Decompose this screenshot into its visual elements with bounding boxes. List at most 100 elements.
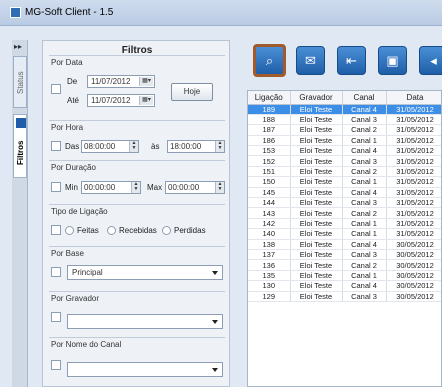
table-cell: 144 — [248, 197, 291, 209]
table-cell: Canal 4 — [342, 145, 387, 157]
spinner-icon[interactable]: ▲ ▼ — [131, 182, 140, 193]
tab-status[interactable]: Status — [13, 56, 27, 108]
search-button[interactable]: ⌕ — [253, 44, 286, 77]
pin-icon[interactable]: ▸▸ — [14, 42, 26, 52]
calendar-dropdown-icon[interactable]: ▦▾ — [139, 77, 153, 86]
table-cell: 31/05/2012 — [386, 197, 441, 209]
min-duration-field[interactable]: 00:00:00 ▲ ▼ — [81, 181, 141, 194]
group-por-gravador: Por Gravador — [49, 291, 225, 331]
as-time-field[interactable]: 18:00:00 ▲ ▼ — [167, 140, 225, 153]
max-label: Max — [147, 183, 163, 192]
column-header[interactable]: Canal — [342, 91, 387, 105]
feitas-label: Feitas — [77, 226, 99, 235]
as-time-value: 18:00:00 — [170, 142, 202, 151]
table-cell: Eloi Teste — [290, 176, 343, 188]
table-cell: 138 — [248, 239, 291, 250]
table-row[interactable]: 137 Eloi Teste Canal 3 30/05/2012 — [248, 249, 441, 261]
por-data-checkbox[interactable] — [51, 84, 61, 94]
spinner-icon[interactable]: ▲ ▼ — [215, 141, 224, 152]
table-row[interactable]: 188 Eloi Teste Canal 3 31/05/2012 — [248, 114, 441, 126]
table-cell: 30/05/2012 — [386, 239, 441, 250]
table-cell: 30/05/2012 — [386, 249, 441, 261]
table-row[interactable]: 145 Eloi Teste Canal 4 31/05/2012 — [248, 187, 441, 199]
table-cell: Canal 1 — [342, 135, 387, 147]
table-cell: 30/05/2012 — [386, 291, 441, 302]
table-row[interactable]: 130 Eloi Teste Canal 4 30/05/2012 — [248, 280, 441, 292]
gravador-select[interactable] — [67, 314, 223, 329]
recebidas-radio[interactable] — [107, 226, 116, 235]
email-button[interactable]: ✉ — [296, 46, 325, 75]
save-button[interactable]: ▣ — [378, 46, 407, 75]
table-row[interactable]: 143 Eloi Teste Canal 2 31/05/2012 — [248, 207, 441, 219]
table-row[interactable]: 140 Eloi Teste Canal 1 31/05/2012 — [248, 228, 441, 240]
de-date-field[interactable]: 11/07/2012 ▦▾ — [87, 75, 155, 88]
table-cell: Eloi Teste — [290, 155, 343, 167]
ate-date-field[interactable]: 11/07/2012 ▦▾ — [87, 94, 155, 107]
table-cell: 31/05/2012 — [386, 124, 441, 136]
table-cell: 31/05/2012 — [386, 166, 441, 178]
table-cell: Canal 4 — [342, 187, 387, 199]
por-duracao-checkbox[interactable] — [51, 182, 61, 192]
table-cell: Canal 1 — [342, 228, 387, 240]
table-cell: Canal 3 — [342, 114, 387, 126]
table-cell: Canal 3 — [342, 249, 387, 261]
table-row[interactable]: 142 Eloi Teste Canal 1 31/05/2012 — [248, 218, 441, 230]
canal-select[interactable] — [67, 362, 223, 377]
table-cell: Canal 3 — [342, 197, 387, 209]
max-duration-field[interactable]: 00:00:00 ▲ ▼ — [165, 181, 225, 194]
perdidas-radio[interactable] — [162, 226, 171, 235]
chevron-down-icon — [212, 368, 218, 372]
export-button[interactable]: ⇤ — [337, 46, 366, 75]
table-row[interactable]: 129 Eloi Teste Canal 3 30/05/2012 — [248, 291, 441, 302]
min-duration-value: 00:00:00 — [84, 183, 116, 192]
das-label: Das — [65, 142, 80, 151]
hoje-button[interactable]: Hoje — [171, 83, 213, 101]
tipo-ligacao-checkbox[interactable] — [51, 225, 61, 235]
por-nome-canal-label: Por Nome do Canal — [51, 340, 122, 349]
table-row[interactable]: 151 Eloi Teste Canal 2 31/05/2012 — [248, 166, 441, 178]
perdidas-label: Perdidas — [174, 226, 206, 235]
table-row[interactable]: 153 Eloi Teste Canal 4 31/05/2012 — [248, 145, 441, 157]
column-header[interactable]: Data — [386, 91, 441, 105]
por-hora-checkbox[interactable] — [51, 141, 61, 151]
tab-filtros-label: Filtros — [16, 140, 25, 166]
por-nome-canal-checkbox[interactable] — [51, 360, 61, 370]
mail-icon: ✉ — [305, 52, 316, 68]
base-select[interactable]: Principal — [67, 265, 223, 280]
column-header[interactable]: Gravador — [290, 91, 343, 105]
table-cell: 140 — [248, 228, 291, 240]
tipo-ligacao-label: Tipo de Ligação — [51, 207, 108, 216]
group-tipo-ligacao: Tipo de Ligação Feitas Recebidas Perdida… — [49, 204, 225, 240]
column-header[interactable]: Ligação — [248, 91, 291, 105]
table-cell: 152 — [248, 155, 291, 167]
por-base-checkbox[interactable] — [51, 267, 61, 277]
table-cell: Canal 4 — [342, 104, 387, 115]
save-icon: ▣ — [386, 52, 399, 68]
table-row[interactable]: 186 Eloi Teste Canal 1 31/05/2012 — [248, 135, 441, 147]
table-row[interactable]: 189 Eloi Teste Canal 4 31/05/2012 — [248, 104, 441, 115]
table-row[interactable]: 136 Eloi Teste Canal 2 30/05/2012 — [248, 259, 441, 271]
por-gravador-checkbox[interactable] — [51, 312, 61, 322]
table-row[interactable]: 144 Eloi Teste Canal 3 31/05/2012 — [248, 197, 441, 209]
spinner-icon[interactable]: ▲ ▼ — [215, 182, 224, 193]
table-cell: Canal 1 — [342, 218, 387, 230]
table-row[interactable]: 150 Eloi Teste Canal 1 31/05/2012 — [248, 176, 441, 188]
chevron-down-icon — [212, 271, 218, 275]
table-row[interactable]: 187 Eloi Teste Canal 2 31/05/2012 — [248, 124, 441, 136]
table-cell: 143 — [248, 207, 291, 219]
table-cell: Canal 3 — [342, 291, 387, 302]
das-time-field[interactable]: 08:00:00 ▲ ▼ — [81, 140, 139, 153]
table-row[interactable]: 138 Eloi Teste Canal 4 30/05/2012 — [248, 239, 441, 250]
table-cell: Canal 2 — [342, 124, 387, 136]
chevron-down-icon — [212, 320, 218, 324]
feitas-radio[interactable] — [65, 226, 74, 235]
table-cell: Canal 4 — [342, 239, 387, 250]
table-row[interactable]: 135 Eloi Teste Canal 1 30/05/2012 — [248, 270, 441, 282]
back-button[interactable]: ◂ — [419, 46, 442, 75]
spinner-icon[interactable]: ▲ ▼ — [129, 141, 138, 152]
calendar-dropdown-icon[interactable]: ▦▾ — [139, 96, 153, 105]
table-row[interactable]: 152 Eloi Teste Canal 3 31/05/2012 — [248, 155, 441, 167]
table-cell: Eloi Teste — [290, 291, 343, 302]
por-base-label: Por Base — [51, 249, 84, 258]
tab-filtros[interactable]: Filtros — [13, 114, 27, 178]
